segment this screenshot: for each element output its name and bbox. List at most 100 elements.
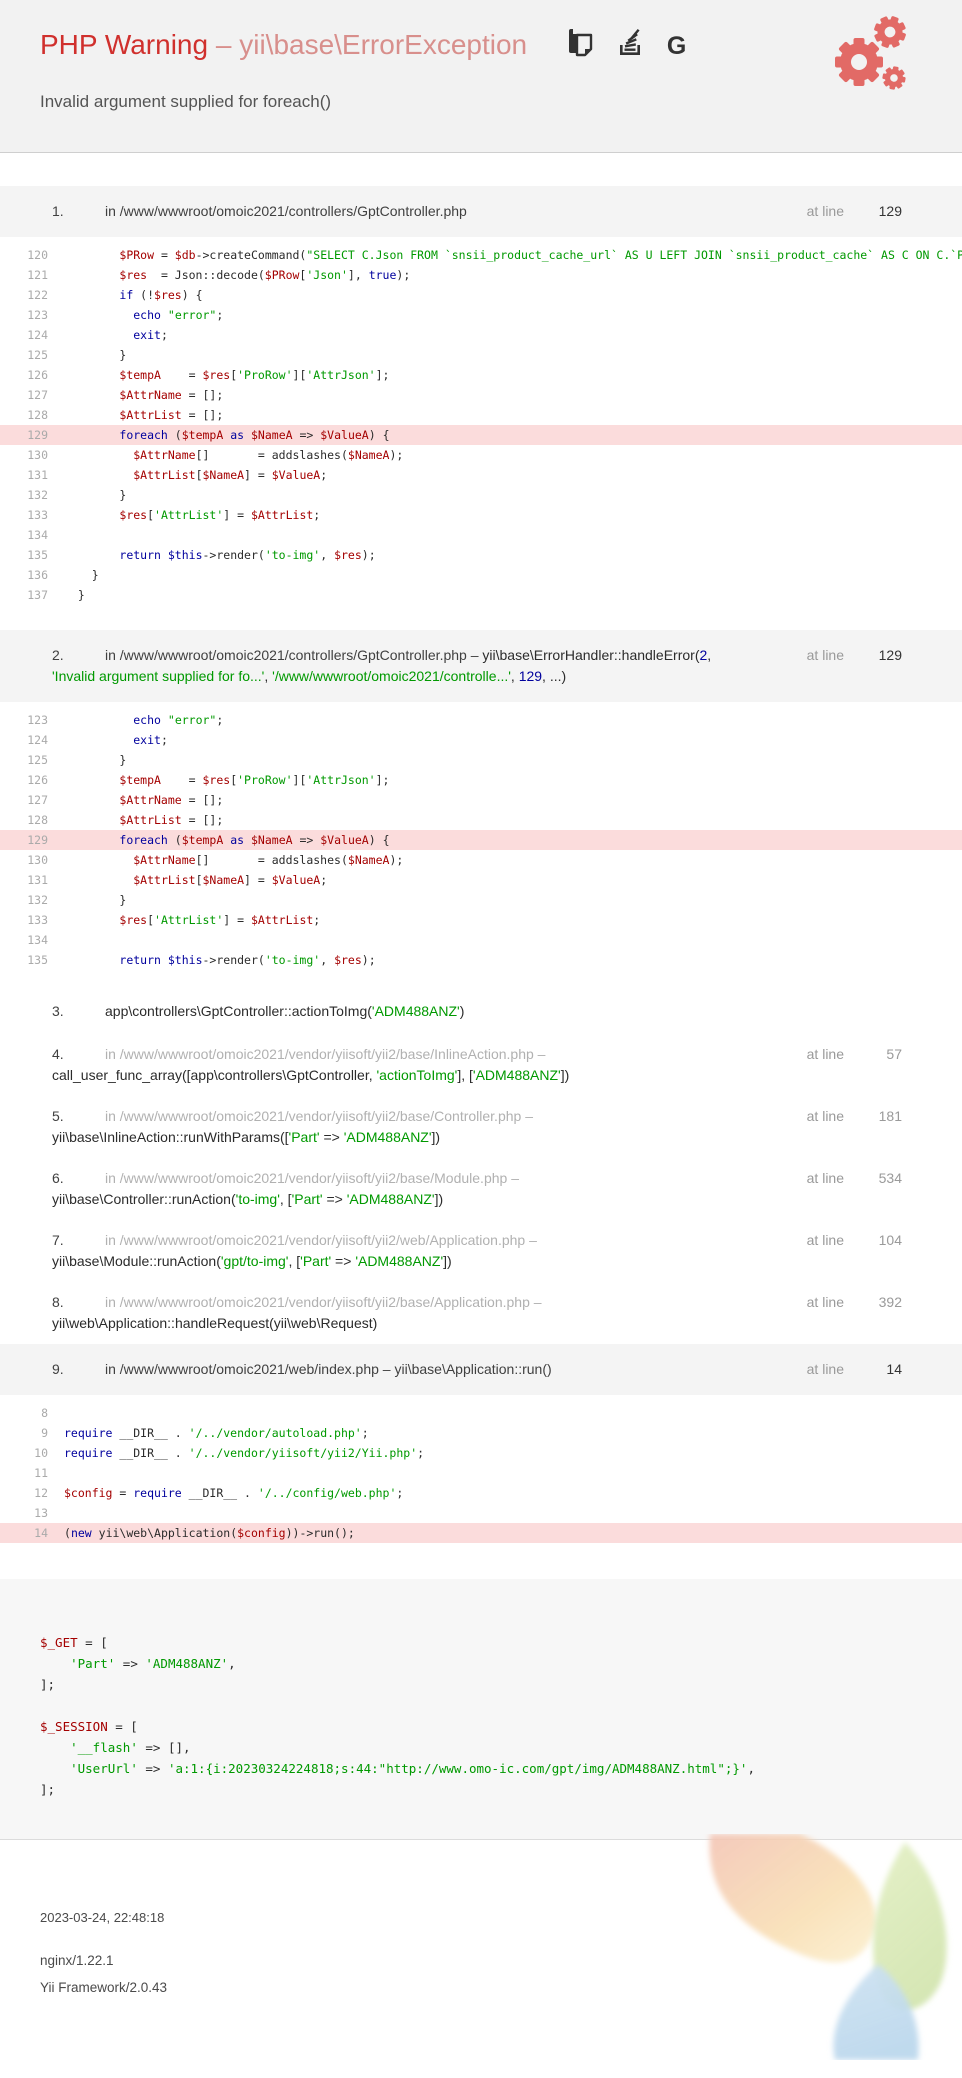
line-number-gutter: 137 (0, 585, 64, 605)
code-token: 'AttrJson' (306, 368, 375, 382)
code-token: echo (133, 713, 161, 727)
stack-frame-3[interactable]: 3.app\controllers\GptController::actionT… (0, 989, 962, 1034)
code-token: ( (168, 428, 182, 442)
code-token (64, 793, 119, 807)
call-stack: 1.in /www/wwwroot/omoic2021/controllers/… (0, 186, 962, 1550)
code-token (64, 248, 119, 262)
frame-call: yii\base\Module::runAction('gpt/to-img',… (52, 1253, 452, 1269)
code-token: 'ProRow' (237, 773, 292, 787)
code-token (161, 308, 168, 322)
code-token: 'ADM488ANZ' (344, 1129, 432, 1145)
code-line: 127 $AttrName = []; (0, 790, 962, 810)
code-token: } (64, 753, 126, 767)
code-token: ) { (369, 428, 390, 442)
code-line: 121 $res = Json::decode($PRow['Json'], t… (0, 265, 962, 285)
stack-frame-1[interactable]: 1.in /www/wwwroot/omoic2021/controllers/… (0, 186, 962, 237)
code-token: ; (362, 1426, 369, 1440)
stack-frame-6[interactable]: 6.in /www/wwwroot/omoic2021/vendor/yiiso… (0, 1158, 962, 1220)
code-token: as (230, 428, 244, 442)
code-token: , (320, 548, 334, 562)
line-number-gutter: 135 (0, 950, 64, 970)
line-number-gutter: 133 (0, 910, 64, 930)
at-line: at line392 (807, 1292, 902, 1313)
at-line: at line104 (807, 1230, 902, 1251)
code-token: = []; (182, 813, 224, 827)
frame-file-path: in /www/wwwroot/omoic2021/vendor/yiisoft… (105, 1294, 542, 1310)
code-token (64, 408, 119, 422)
code-token: ; (417, 1446, 424, 1460)
stackoverflow-icon[interactable] (617, 27, 643, 65)
line-number-gutter: 126 (0, 770, 64, 790)
code-token (64, 548, 119, 562)
code-line: 127 $AttrName = []; (0, 385, 962, 405)
code-token: 'AttrList' (154, 508, 223, 522)
code-token: 'Part' (289, 1129, 320, 1145)
frame-file-path: in /www/wwwroot/omoic2021/vendor/yiisoft… (105, 1232, 537, 1248)
code-token: $NameA (251, 428, 293, 442)
code-token: , [ (280, 1191, 292, 1207)
at-line-label: at line (807, 647, 844, 663)
code-token (64, 713, 133, 727)
code-token: $res (119, 268, 147, 282)
code-token: yii\base\Module::runAction( (52, 1253, 221, 1269)
code-line: 8 (0, 1403, 962, 1423)
code-token: __DIR__ . (112, 1426, 188, 1440)
stack-frame-8[interactable]: 8.in /www/wwwroot/omoic2021/vendor/yiiso… (0, 1282, 962, 1344)
code-token: 'gpt/to-img' (221, 1253, 289, 1269)
at-line-label: at line (807, 203, 844, 219)
stack-frame-4[interactable]: 4.in /www/wwwroot/omoic2021/vendor/yiiso… (0, 1034, 962, 1096)
line-number: 534 (874, 1168, 902, 1189)
code-token: } (64, 893, 126, 907)
stack-frame-2[interactable]: 2.in /www/wwwroot/omoic2021/controllers/… (0, 630, 962, 702)
code-token: yii\base\Controller::runAction( (52, 1191, 236, 1207)
frame-file-path: in /www/wwwroot/omoic2021/vendor/yiisoft… (105, 1108, 533, 1124)
code-token: ) { (369, 833, 390, 847)
code-line: 123 echo "error"; (0, 305, 962, 325)
code-line: 125 } (0, 750, 962, 770)
code-token: = (112, 1486, 133, 1500)
code-line: 128 $AttrList = []; (0, 405, 962, 425)
frame-index: 4. (52, 1044, 105, 1065)
code-token: $tempA (182, 428, 224, 442)
code-token: $PRow (265, 268, 300, 282)
code-token: 'ProRow' (237, 368, 292, 382)
code-token: => (115, 1656, 145, 1671)
line-number-gutter: 125 (0, 750, 64, 770)
code-token: 'Part' (292, 1191, 323, 1207)
frame-file-path: in /www/wwwroot/omoic2021/controllers/Gp… (105, 203, 467, 219)
stack-frame-5[interactable]: 5.in /www/wwwroot/omoic2021/vendor/yiiso… (0, 1096, 962, 1158)
code-token: ; (396, 1486, 403, 1500)
title-separator: – (216, 29, 232, 60)
server-info-line: nginx/1.22.1 (40, 1947, 922, 1974)
code-token (40, 1656, 70, 1671)
code-token: 'AttrJson' (306, 773, 375, 787)
stack-frame-7[interactable]: 7.in /www/wwwroot/omoic2021/vendor/yiiso… (0, 1220, 962, 1282)
code-token: $ValueA (272, 873, 320, 887)
code-token: ]) (443, 1253, 452, 1269)
request-line: ]; (40, 1779, 922, 1800)
google-icon[interactable]: G (667, 34, 686, 59)
stack-frame-9[interactable]: 9.in /www/wwwroot/omoic2021/web/index.ph… (0, 1344, 962, 1395)
code-line: 124 exit; (0, 730, 962, 750)
code-token: $db (175, 248, 196, 262)
code-token (64, 813, 119, 827)
code-token: ]; (40, 1782, 55, 1797)
line-number-gutter: 136 (0, 565, 64, 585)
page-title: PHP Warning – yii\base\ErrorException (40, 27, 922, 65)
line-number-gutter: 11 (0, 1463, 64, 1483)
code-token: $NameA (348, 448, 390, 462)
code-token: return (119, 953, 161, 967)
code-token: 'to-img' (265, 953, 320, 967)
code-token: '/../config/web.php' (258, 1486, 396, 1500)
code-token: ); (396, 268, 410, 282)
code-token: $ValueA (272, 468, 320, 482)
at-line-label: at line (807, 1232, 844, 1248)
code-block: 120 $PRow = $db->createCommand("SELECT C… (0, 237, 962, 612)
copy-to-clipboard-icon[interactable] (567, 27, 593, 65)
code-token: 'actionToImg' (377, 1067, 458, 1083)
code-token: , ...) (542, 668, 566, 684)
code-token: app\controllers\GptController::actionToI… (105, 1003, 372, 1019)
code-token: ; (161, 328, 168, 342)
code-line: 133 $res['AttrList'] = $AttrList; (0, 910, 962, 930)
line-number-gutter: 123 (0, 710, 64, 730)
